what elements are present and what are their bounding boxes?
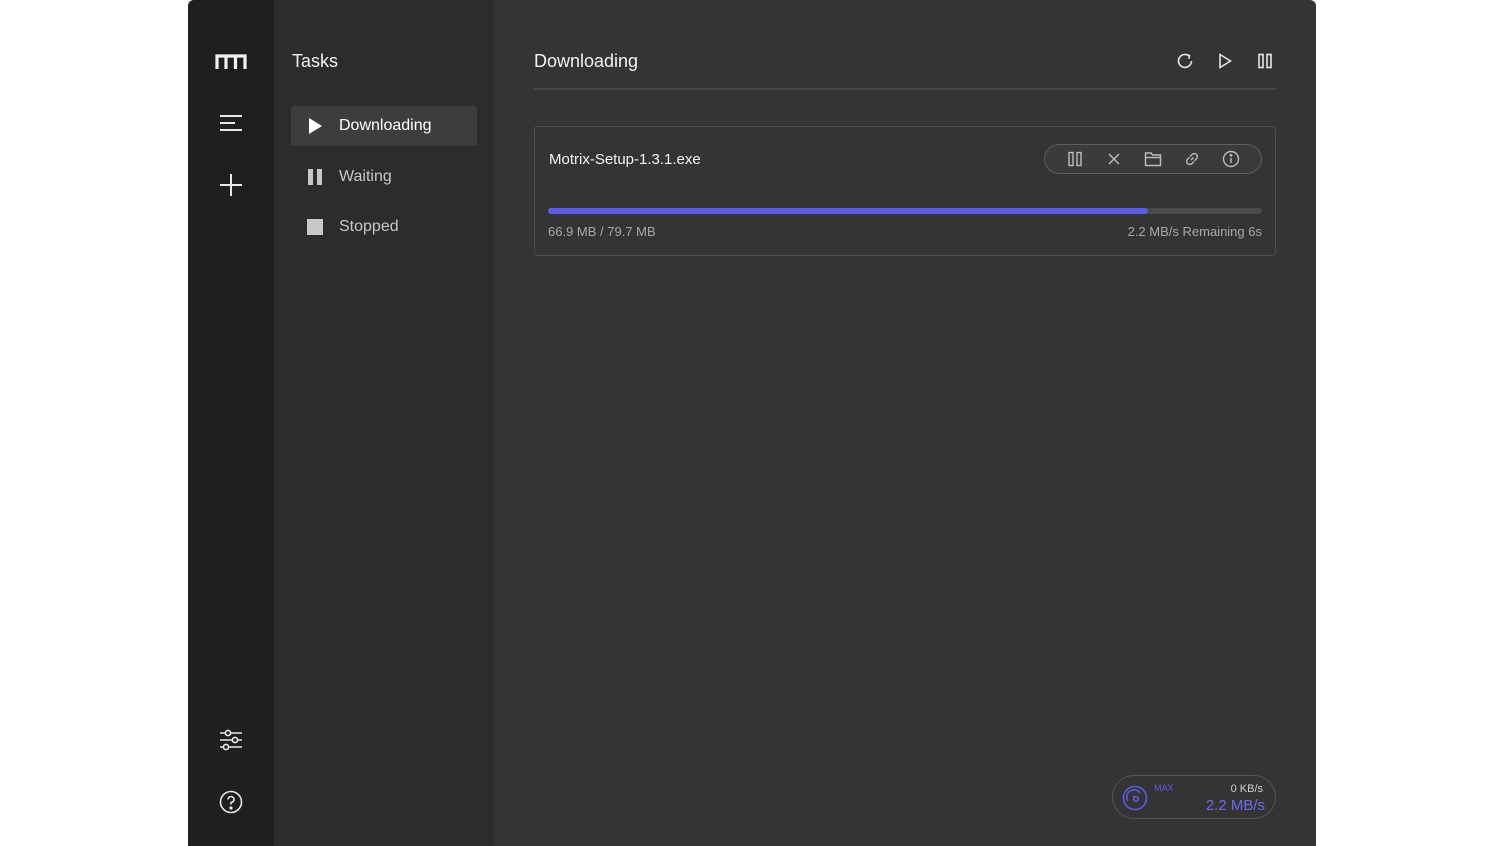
download-speed: 2.2 MB/s <box>1205 797 1265 814</box>
add-task-icon[interactable] <box>214 168 248 202</box>
task-progress-fill <box>548 208 1148 214</box>
upload-speed: 0 KB/s <box>1230 783 1263 795</box>
task-name: Motrix-Setup-1.3.1.exe <box>549 151 701 168</box>
header-divider <box>534 88 1276 90</box>
link-icon[interactable] <box>1179 146 1205 172</box>
task-speed-remaining: 2.2 MB/s Remaining 6s <box>1127 224 1262 239</box>
task-progress-bar <box>548 208 1262 214</box>
header-actions <box>1174 49 1276 73</box>
sidebar-item-downloading[interactable]: Downloading <box>291 106 477 146</box>
motrix-logo-icon[interactable] <box>214 45 248 79</box>
icon-rail <box>188 0 274 846</box>
refresh-icon[interactable] <box>1174 49 1196 73</box>
delete-icon[interactable] <box>1101 146 1127 172</box>
pause-task-icon[interactable] <box>1062 146 1088 172</box>
task-size: 66.9 MB / 79.7 MB <box>548 224 656 239</box>
pause-icon <box>291 169 339 185</box>
task-sidebar: Tasks Downloading Waiting Stopped <box>274 0 494 846</box>
stop-icon <box>291 219 339 235</box>
main-panel: Downloading Motrix-Setup-1.3.1.exe 66.9 … <box>494 0 1316 846</box>
app-window: Tasks Downloading Waiting Stopped Downlo… <box>188 0 1316 846</box>
sidebar-item-label: Stopped <box>339 218 399 235</box>
preferences-icon[interactable] <box>214 723 248 757</box>
sidebar-title: Tasks <box>292 51 339 71</box>
speedometer-icon <box>1121 784 1149 817</box>
folder-icon[interactable] <box>1140 146 1166 172</box>
page-title: Downloading <box>534 51 639 71</box>
task-list-icon[interactable] <box>214 106 248 140</box>
info-icon[interactable] <box>1218 146 1244 172</box>
sidebar-item-stopped[interactable]: Stopped <box>291 207 477 247</box>
sidebar-item-label: Waiting <box>339 168 392 185</box>
pause-all-icon[interactable] <box>1254 49 1276 73</box>
task-item[interactable]: Motrix-Setup-1.3.1.exe 66.9 MB / 79.7 MB… <box>534 126 1276 256</box>
sidebar-item-waiting[interactable]: Waiting <box>291 157 477 197</box>
speed-limit-mode: MAX <box>1154 783 1174 793</box>
help-icon[interactable] <box>214 785 248 819</box>
speedometer[interactable]: MAX 0 KB/s 2.2 MB/s <box>1112 775 1276 819</box>
sidebar-item-label: Downloading <box>339 117 432 134</box>
play-icon <box>291 118 339 134</box>
task-actions <box>1044 144 1262 174</box>
resume-all-icon[interactable] <box>1214 49 1236 73</box>
